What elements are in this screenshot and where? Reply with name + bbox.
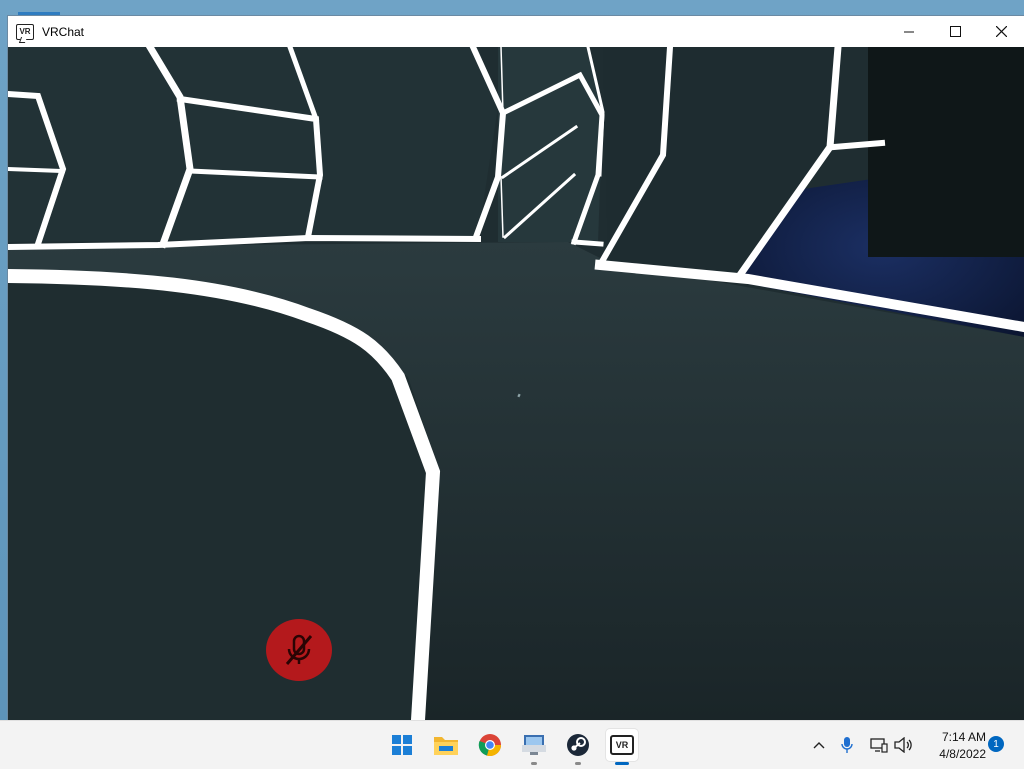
notification-badge[interactable]: 1 bbox=[988, 736, 1004, 752]
title-bar[interactable]: VR VRChat bbox=[8, 16, 1024, 47]
muted-microphone-icon bbox=[266, 619, 332, 681]
taskbar-chrome[interactable] bbox=[474, 729, 506, 761]
taskbar-vrchat-label: VR bbox=[615, 740, 629, 750]
chevron-up-icon[interactable] bbox=[808, 735, 830, 755]
app-icon-label: VR bbox=[19, 27, 31, 36]
taskbar: VR 7:14 AM 4/8/2022 bbox=[0, 720, 1024, 769]
chrome-icon bbox=[478, 734, 501, 757]
game-scene bbox=[8, 47, 1024, 720]
folder-icon bbox=[434, 737, 458, 755]
system-clock[interactable]: 7:14 AM 4/8/2022 bbox=[920, 729, 986, 763]
vr-icon: VR bbox=[610, 735, 634, 755]
maximize-icon bbox=[949, 26, 961, 37]
vrchat-window[interactable]: VR VRChat bbox=[8, 16, 1024, 720]
vr-icon: VR bbox=[16, 23, 34, 40]
window-title: VRChat bbox=[42, 24, 85, 39]
taskbar-steam[interactable] bbox=[562, 729, 594, 765]
close-icon bbox=[995, 26, 1007, 37]
mic-slash-glyph bbox=[285, 634, 313, 665]
taskbar-file-explorer[interactable] bbox=[430, 729, 462, 761]
maximize-button[interactable] bbox=[932, 16, 978, 47]
steam-icon bbox=[567, 734, 589, 756]
active-indicator bbox=[615, 762, 629, 765]
speaker-icon[interactable] bbox=[892, 735, 914, 755]
close-button[interactable] bbox=[978, 16, 1024, 47]
taskbar-remote-desktop[interactable] bbox=[518, 729, 550, 765]
microphone-icon[interactable] bbox=[836, 735, 858, 755]
windows-logo-icon bbox=[392, 735, 412, 755]
taskbar-vrchat[interactable]: VR bbox=[606, 729, 638, 765]
clock-date: 4/8/2022 bbox=[939, 747, 986, 761]
minimize-button[interactable] bbox=[886, 16, 932, 47]
minimize-icon bbox=[904, 31, 914, 32]
running-indicator bbox=[531, 762, 537, 765]
start-button[interactable] bbox=[386, 729, 418, 761]
running-indicator bbox=[575, 762, 581, 765]
game-viewport[interactable] bbox=[8, 47, 1024, 720]
clock-time: 7:14 AM bbox=[941, 730, 986, 744]
remote-desktop-icon bbox=[522, 735, 546, 755]
network-icon[interactable] bbox=[868, 735, 890, 755]
